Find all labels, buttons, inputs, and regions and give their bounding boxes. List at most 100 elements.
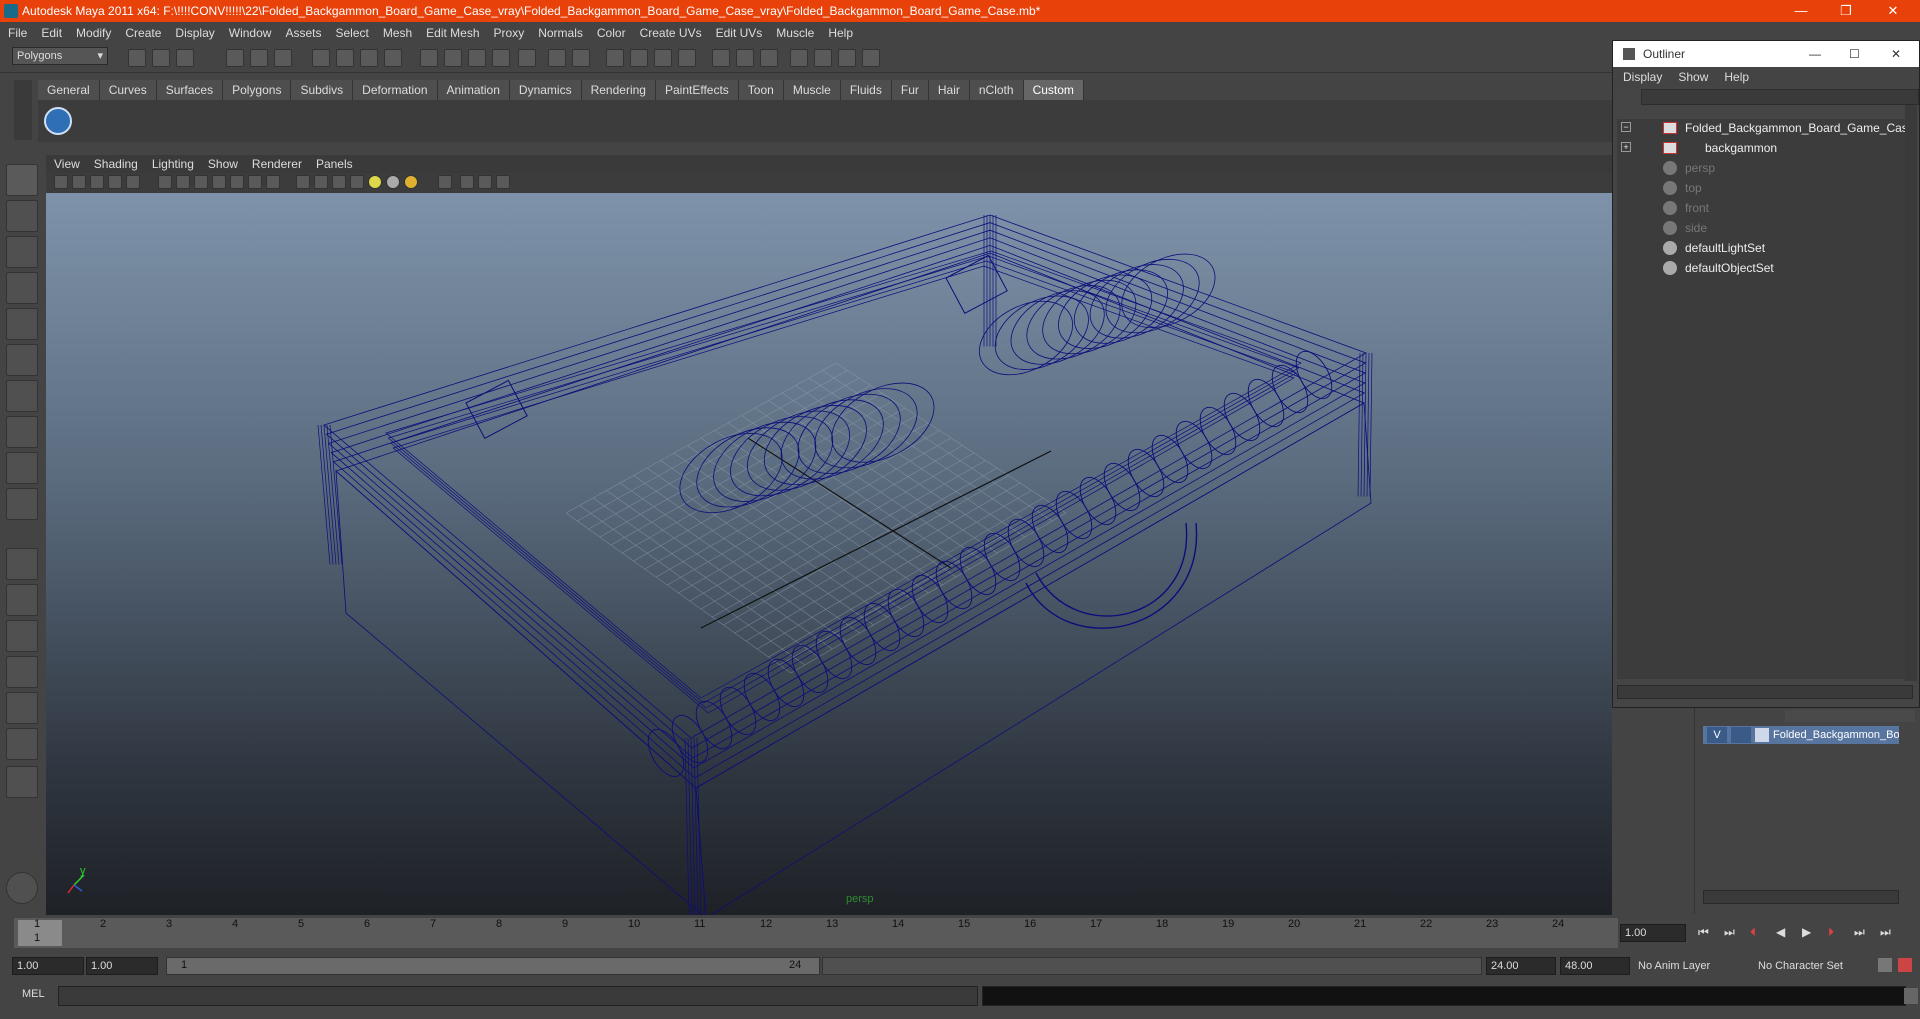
custom-layout-icon[interactable] bbox=[6, 728, 38, 760]
play-backwards-button[interactable]: ◀ bbox=[1776, 925, 1785, 939]
selection-lock-icon[interactable] bbox=[572, 49, 590, 67]
minimize-button[interactable]: — bbox=[1780, 0, 1822, 22]
expand-icon[interactable]: + bbox=[1621, 142, 1631, 152]
tab-rendering[interactable]: Rendering bbox=[581, 80, 656, 100]
layer-h-scrollbar[interactable] bbox=[1703, 890, 1899, 904]
xray-joints-icon[interactable] bbox=[478, 175, 492, 189]
safe-action-icon[interactable] bbox=[248, 175, 262, 189]
shelf-menu-handle[interactable] bbox=[14, 80, 32, 140]
animation-preferences-icon[interactable] bbox=[1898, 958, 1912, 972]
last-tool-icon[interactable] bbox=[6, 488, 38, 520]
menu-normals[interactable]: Normals bbox=[538, 26, 583, 40]
outliner-menu-display[interactable]: Display bbox=[1623, 70, 1662, 84]
tab-fur[interactable]: Fur bbox=[891, 80, 929, 100]
menu-create[interactable]: Create bbox=[125, 26, 161, 40]
hypershade-layout-icon[interactable] bbox=[6, 692, 38, 724]
render-settings-icon[interactable] bbox=[606, 49, 624, 67]
playback-end-field[interactable]: 24.00 bbox=[1486, 957, 1556, 975]
range-slider-track[interactable] bbox=[822, 957, 1482, 975]
snap-plane-icon[interactable] bbox=[384, 49, 402, 67]
vp-menu-panels[interactable]: Panels bbox=[316, 157, 353, 171]
select-object-icon[interactable] bbox=[250, 49, 268, 67]
render-view-icon[interactable] bbox=[444, 49, 462, 67]
auto-key-icon[interactable] bbox=[1878, 958, 1892, 972]
collapse-icon[interactable]: − bbox=[1621, 122, 1631, 132]
menu-color[interactable]: Color bbox=[597, 26, 626, 40]
go-to-end-button[interactable]: ⏭ bbox=[1880, 925, 1891, 940]
tab-deformation[interactable]: Deformation bbox=[353, 80, 438, 100]
tab-ncloth[interactable]: nCloth bbox=[969, 80, 1024, 100]
menu-window[interactable]: Window bbox=[229, 26, 272, 40]
single-view-layout-icon[interactable] bbox=[6, 548, 38, 580]
move-tool-icon[interactable] bbox=[6, 272, 38, 304]
vp-menu-show[interactable]: Show bbox=[208, 157, 238, 171]
step-forward-key-button[interactable]: ⏭ bbox=[1854, 925, 1865, 940]
new-scene-icon[interactable] bbox=[128, 49, 146, 67]
show-attribute-editor-icon[interactable] bbox=[712, 49, 730, 67]
isolate-select-icon[interactable] bbox=[438, 175, 452, 189]
step-forward-frame-button[interactable]: ⏵ bbox=[1828, 925, 1834, 940]
render-icon[interactable] bbox=[468, 49, 486, 67]
outliner-menu-show[interactable]: Show bbox=[1678, 70, 1708, 84]
menu-proxy[interactable]: Proxy bbox=[494, 26, 525, 40]
shadows-icon[interactable] bbox=[386, 175, 400, 189]
wireframe-icon[interactable] bbox=[296, 175, 310, 189]
batch-render-icon[interactable] bbox=[654, 49, 672, 67]
open-scene-icon[interactable] bbox=[152, 49, 170, 67]
menu-mesh[interactable]: Mesh bbox=[383, 26, 412, 40]
image-plane-icon[interactable] bbox=[108, 175, 122, 189]
grease-pencil-icon[interactable] bbox=[126, 175, 140, 189]
bookmark-icon[interactable] bbox=[90, 175, 104, 189]
vp-menu-lighting[interactable]: Lighting bbox=[152, 157, 194, 171]
graph-layout-icon[interactable] bbox=[6, 656, 38, 688]
snap-curve-icon[interactable] bbox=[336, 49, 354, 67]
menu-select[interactable]: Select bbox=[335, 26, 368, 40]
menu-edit[interactable]: Edit bbox=[41, 26, 62, 40]
tab-muscle[interactable]: Muscle bbox=[783, 80, 841, 100]
select-tool-icon[interactable] bbox=[6, 164, 38, 196]
show-manipulator-icon[interactable] bbox=[6, 452, 38, 484]
lasso-tool-icon[interactable] bbox=[6, 200, 38, 232]
safe-title-icon[interactable] bbox=[266, 175, 280, 189]
menu-modify[interactable]: Modify bbox=[76, 26, 111, 40]
snap-point-icon[interactable] bbox=[360, 49, 378, 67]
hypershade-icon[interactable] bbox=[630, 49, 648, 67]
close-button[interactable]: ✕ bbox=[1872, 0, 1914, 22]
outliner-layout-icon[interactable] bbox=[6, 620, 38, 652]
soft-modification-icon[interactable] bbox=[6, 416, 38, 448]
vp-menu-renderer[interactable]: Renderer bbox=[252, 157, 302, 171]
step-back-key-button[interactable]: ⏭ bbox=[1724, 925, 1735, 940]
smooth-shade-icon[interactable] bbox=[314, 175, 328, 189]
tab-animation[interactable]: Animation bbox=[437, 80, 510, 100]
show-channel-box-icon[interactable] bbox=[736, 49, 754, 67]
layer-color-swatch[interactable] bbox=[1755, 728, 1769, 742]
lock-icon[interactable] bbox=[548, 49, 566, 67]
outliner-menu-help[interactable]: Help bbox=[1724, 70, 1749, 84]
ipr-render-icon[interactable] bbox=[492, 49, 510, 67]
resolution-gate-icon[interactable] bbox=[194, 175, 208, 189]
current-frame-field[interactable]: 1.00 bbox=[1620, 924, 1686, 942]
show-tool-settings-icon[interactable] bbox=[760, 49, 778, 67]
render-globals-icon[interactable] bbox=[678, 49, 696, 67]
menu-display[interactable]: Display bbox=[175, 26, 214, 40]
scale-tool-icon[interactable] bbox=[6, 344, 38, 376]
display-layer-row[interactable]: V Folded_Backgammon_Boa bbox=[1703, 726, 1899, 744]
menu-file[interactable]: File bbox=[8, 26, 27, 40]
outliner-maximize-button[interactable]: ☐ bbox=[1849, 41, 1860, 67]
command-language-label[interactable]: MEL bbox=[22, 988, 45, 1000]
tab-general[interactable]: General bbox=[38, 80, 100, 100]
rotate-tool-icon[interactable] bbox=[6, 308, 38, 340]
menu-set-selector[interactable]: Polygons ▾ bbox=[12, 47, 108, 65]
quick-layout-icon[interactable] bbox=[6, 872, 38, 904]
field-chart-icon[interactable] bbox=[230, 175, 244, 189]
layer-visibility-toggle[interactable]: V bbox=[1707, 727, 1727, 743]
universal-manipulator-icon[interactable] bbox=[6, 380, 38, 412]
playback-start-field[interactable]: 1.00 bbox=[86, 957, 158, 975]
film-gate-icon[interactable] bbox=[176, 175, 190, 189]
grid-toggle-icon[interactable] bbox=[158, 175, 172, 189]
help-icon[interactable] bbox=[518, 49, 536, 67]
anim-layer-dropdown[interactable]: No Anim Layer bbox=[1638, 960, 1710, 972]
outliner-filter-input[interactable] bbox=[1641, 89, 1919, 105]
tab-polygons[interactable]: Polygons bbox=[223, 80, 292, 100]
gate-mask-icon[interactable] bbox=[212, 175, 226, 189]
